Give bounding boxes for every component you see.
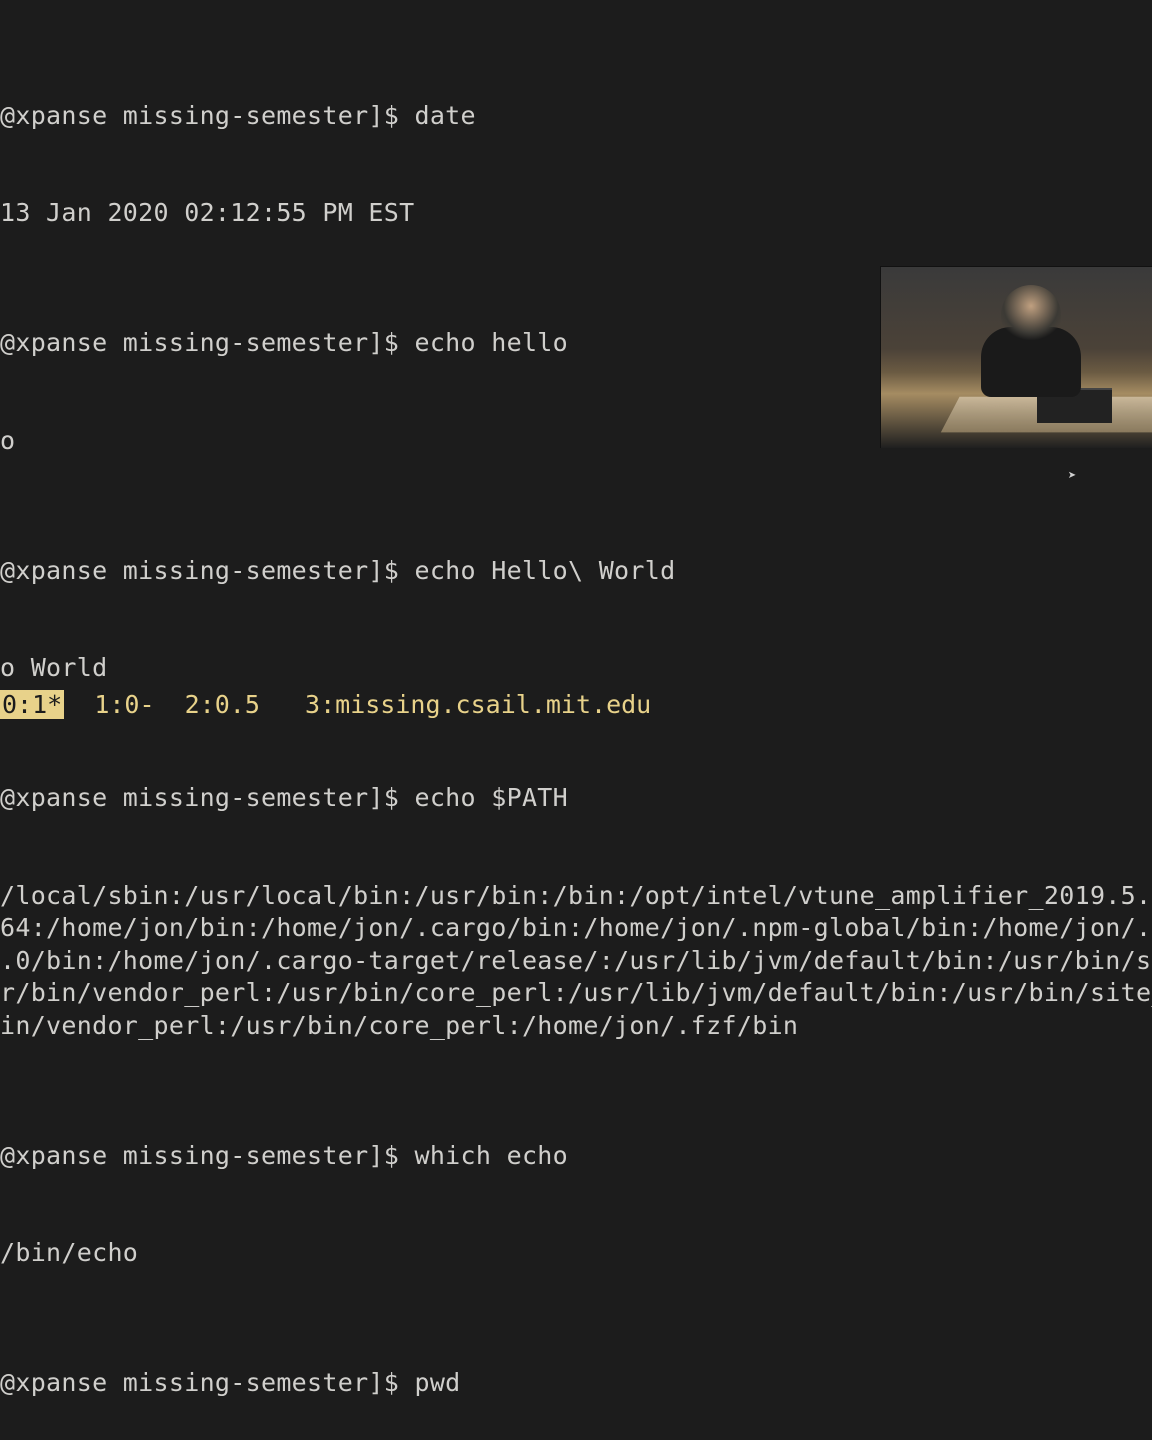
command-date: date <box>414 101 475 130</box>
command-echo-hello-world: echo Hello\ World <box>414 556 675 585</box>
output-date: 13 Jan 2020 02:12:55 PM EST <box>0 197 1152 230</box>
terminal-output[interactable]: @xpanse missing-semester]$ date 13 Jan 2… <box>0 0 1152 1440</box>
command-which-echo: which echo <box>414 1141 568 1170</box>
output-which-echo: /bin/echo <box>0 1237 1152 1270</box>
tmux-window-active[interactable]: 0:1* <box>0 690 64 719</box>
command-pwd: pwd <box>414 1368 460 1397</box>
video-thumbnail-overlay <box>880 266 1152 448</box>
prompt: @xpanse missing-semester]$ <box>0 1368 414 1397</box>
command-echo-path: echo $PATH <box>414 783 568 812</box>
tmux-statusbar: 0:1* 1:0- 2:0.5 3:missing.csail.mit.edu <box>0 690 1152 720</box>
video-person-head <box>1001 285 1061 345</box>
prompt: @xpanse missing-semester]$ <box>0 556 414 585</box>
tmux-windows-rest[interactable]: 1:0- 2:0.5 3:missing.csail.mit.edu <box>64 690 651 719</box>
prompt: @xpanse missing-semester]$ <box>0 1141 414 1170</box>
output-echo-hello-world: o World <box>0 652 1152 685</box>
command-echo-hello: echo hello <box>414 328 568 357</box>
prompt: @xpanse missing-semester]$ <box>0 783 414 812</box>
output-echo-path: /local/sbin:/usr/local/bin:/usr/bin:/bin… <box>0 880 1152 1043</box>
prompt: @xpanse missing-semester]$ <box>0 101 414 130</box>
prompt: @xpanse missing-semester]$ <box>0 328 414 357</box>
